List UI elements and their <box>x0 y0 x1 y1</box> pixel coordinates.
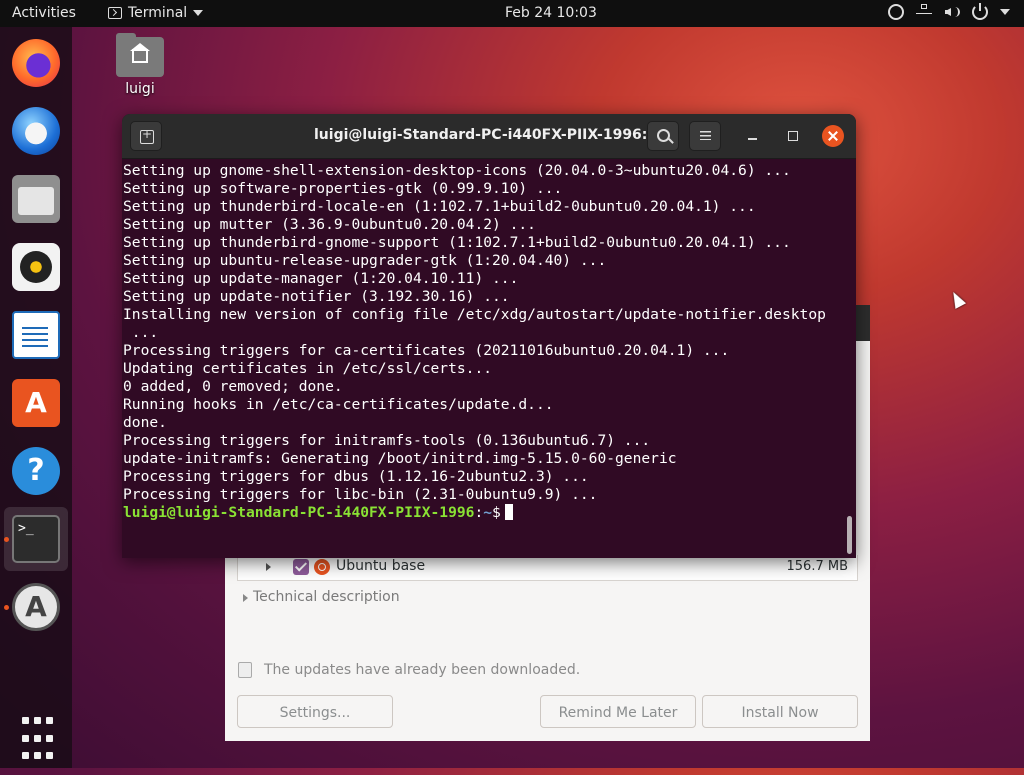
running-indicator <box>4 605 9 610</box>
help-icon[interactable]: ? <box>12 447 60 495</box>
maximize-icon[interactable] <box>782 125 804 147</box>
updates-list: Ubuntu base 156.7 MB <box>237 555 858 581</box>
package-name: Ubuntu base <box>336 558 426 574</box>
home-folder-label[interactable]: luigi <box>112 81 168 97</box>
chevron-down-icon <box>193 10 204 16</box>
accessibility-icon[interactable] <box>888 4 904 20</box>
network-icon[interactable] <box>916 4 932 20</box>
terminal-line: Installing new version of config file /e… <box>123 306 826 323</box>
expand-arrow-icon[interactable] <box>266 563 271 571</box>
remind-me-later-button[interactable]: Remind Me Later <box>540 695 696 728</box>
minimize-icon[interactable] <box>742 125 764 147</box>
app-menu-label: Terminal <box>128 5 188 21</box>
terminal-line: Setting up software-properties-gtk (0.99… <box>123 180 563 197</box>
firefox-icon[interactable] <box>12 39 60 87</box>
menu-icon[interactable] <box>689 121 721 151</box>
prompt-symbol: $ <box>492 504 501 521</box>
terminal-line: ... <box>123 324 159 341</box>
terminal-line: Setting up update-manager (1:20.04.10.11… <box>123 270 519 287</box>
ubuntu-logo-icon <box>314 559 330 575</box>
terminal-line: done. <box>123 414 167 431</box>
terminal-line: Setting up gnome-shell-extension-desktop… <box>123 162 791 179</box>
top-bar: Activities Terminal Feb 24 10:03 <box>0 0 1024 27</box>
files-icon[interactable] <box>12 175 60 223</box>
home-folder-icon[interactable] <box>116 33 164 77</box>
terminal-line: Processing triggers for dbus (1.12.16-2u… <box>123 468 589 485</box>
prompt-separator: : <box>474 504 484 521</box>
technical-description-expander[interactable]: Technical description <box>243 589 400 605</box>
technical-description-label: Technical description <box>253 589 400 605</box>
ubuntu-software-icon[interactable]: A <box>12 379 60 427</box>
libreoffice-writer-icon[interactable] <box>12 311 60 359</box>
terminal-line: Processing triggers for ca-certificates … <box>123 342 730 359</box>
terminal-line: Processing triggers for libc-bin (2.31-0… <box>123 486 598 503</box>
terminal-line: Running hooks in /etc/ca-certificates/up… <box>123 396 554 413</box>
app-menu[interactable]: Terminal <box>108 5 204 21</box>
terminal-line: Updating certificates in /etc/ssl/certs.… <box>123 360 493 377</box>
terminal-output[interactable]: Setting up gnome-shell-extension-desktop… <box>123 162 845 522</box>
system-tray[interactable] <box>888 3 1010 20</box>
chevron-down-icon[interactable] <box>1000 9 1010 15</box>
power-icon[interactable] <box>972 3 988 20</box>
list-item[interactable]: Ubuntu base 156.7 MB <box>238 557 857 579</box>
prompt-path: ~ <box>483 504 493 521</box>
terminal-line: update-initramfs: Generating /boot/initr… <box>123 450 677 467</box>
prompt-user: luigi@luigi-Standard-PC-i440FX-PIIX-1996 <box>123 504 475 521</box>
running-indicator <box>4 537 9 542</box>
terminal-line: Setting up update-notifier (3.192.30.16)… <box>123 288 510 305</box>
install-now-button[interactable]: Install Now <box>702 695 858 728</box>
mouse-pointer-icon <box>947 289 967 309</box>
update-checkbox[interactable] <box>293 559 309 575</box>
volume-icon[interactable] <box>944 4 960 20</box>
package-size: 156.7 MB <box>786 559 848 574</box>
text-cursor <box>504 504 513 520</box>
software-updater-icon[interactable]: A <box>12 583 60 631</box>
scrollbar[interactable] <box>847 516 852 554</box>
search-icon[interactable] <box>647 121 679 151</box>
settings-button[interactable]: Settings... <box>237 695 393 728</box>
activities-button[interactable]: Activities <box>12 5 76 21</box>
terminal-line: Processing triggers for initramfs-tools … <box>123 432 651 449</box>
terminal-icon[interactable]: >_ <box>12 515 60 563</box>
clock[interactable]: Feb 24 10:03 <box>505 5 597 21</box>
terminal-line: Setting up thunderbird-locale-en (1:102.… <box>123 198 756 215</box>
expand-arrow-icon <box>243 594 248 602</box>
new-tab-icon[interactable] <box>130 121 162 151</box>
terminal-icon <box>108 7 122 19</box>
terminal-line: Setting up mutter (3.36.9-0ubuntu0.20.04… <box>123 216 536 233</box>
terminal-window[interactable]: luigi@luigi-Standard-PC-i440FX-PIIX-1996… <box>122 114 856 558</box>
terminal-line: Setting up ubuntu-release-upgrader-gtk (… <box>123 252 607 269</box>
terminal-line: 0 added, 0 removed; done. <box>123 378 343 395</box>
terminal-prompt[interactable]: luigi@luigi-Standard-PC-i440FX-PIIX-1996… <box>123 504 845 522</box>
rhythmbox-icon[interactable] <box>12 243 60 291</box>
terminal-headerbar[interactable]: luigi@luigi-Standard-PC-i440FX-PIIX-1996… <box>122 114 856 159</box>
terminal-line: Setting up thunderbird-gnome-support (1:… <box>123 234 791 251</box>
thunderbird-icon[interactable] <box>12 107 60 155</box>
show-applications-icon[interactable] <box>12 707 80 775</box>
dock: A ? >_ A <box>0 27 72 768</box>
download-notice: The updates have already been downloaded… <box>238 662 580 678</box>
notice-text: The updates have already been downloaded… <box>264 662 581 678</box>
info-icon <box>238 662 252 678</box>
close-icon[interactable] <box>822 125 844 147</box>
